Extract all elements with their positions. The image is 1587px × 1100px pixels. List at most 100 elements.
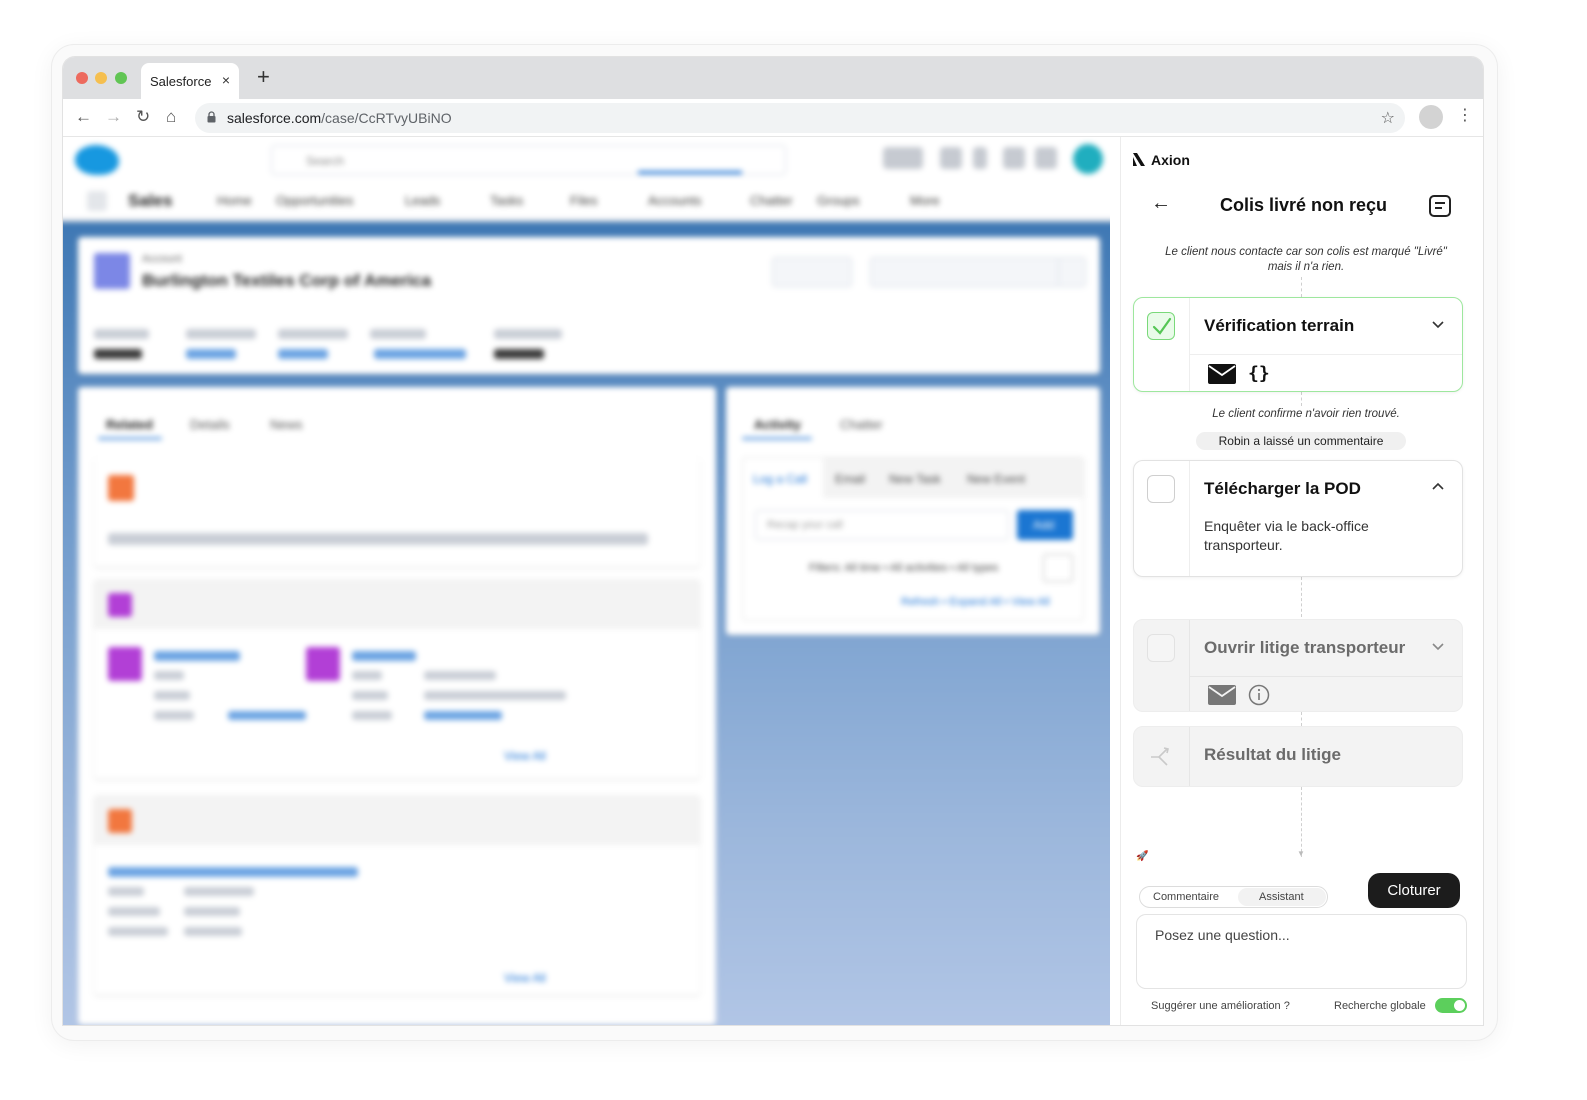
nav-chatter[interactable]: Chatter (750, 193, 793, 208)
account-header-card: Account Burlington Textiles Corp of Amer… (78, 237, 1100, 374)
filter-icon[interactable] (1043, 554, 1073, 582)
axion-logo-icon (1133, 153, 1145, 166)
url-field[interactable]: salesforce.com/case/CcRTvyUBiNO ☆ (195, 103, 1405, 133)
lock-icon (207, 111, 216, 123)
help-icon[interactable] (973, 147, 987, 169)
step-ouvrir-litige[interactable]: Ouvrir litige transporteur (1133, 619, 1463, 712)
close-window-button[interactable] (76, 72, 88, 84)
email-tab[interactable]: Email (835, 472, 865, 486)
related-card: Related Details News View All View All (78, 387, 716, 1025)
browser-tab-bar: Salesforce × + (63, 57, 1483, 99)
profile-avatar[interactable] (1419, 105, 1443, 129)
tab-details[interactable]: Details (190, 417, 230, 432)
browser-tab[interactable]: Salesforce × (141, 63, 239, 99)
log-a-call-tab[interactable]: Log a Call (753, 472, 807, 486)
setup-gear-icon[interactable] (1003, 147, 1025, 169)
question-input[interactable] (1136, 914, 1467, 989)
global-search-toggle[interactable] (1435, 998, 1467, 1013)
nav-tasks[interactable]: Tasks (490, 193, 523, 208)
contact-name[interactable] (154, 651, 240, 661)
contact-field (154, 711, 194, 720)
contacts-card: View All (94, 579, 700, 779)
step-tools: {} (1190, 354, 1462, 392)
activity-links[interactable]: Refresh • Expand All • View All (901, 596, 1050, 608)
forward-icon[interactable]: → (105, 108, 122, 126)
chevron-up-icon[interactable] (1432, 481, 1444, 493)
field-value (278, 349, 328, 359)
nav-accounts[interactable]: Accounts (648, 193, 701, 208)
contact-name[interactable] (352, 651, 416, 661)
back-arrow-icon[interactable]: ← (1151, 193, 1171, 213)
chevron-down-icon[interactable] (1432, 318, 1444, 330)
add-button-label: Add (1033, 518, 1055, 532)
tab-close-icon[interactable]: × (222, 72, 230, 88)
step-verification-terrain[interactable]: Vérification terrain {} (1133, 297, 1463, 392)
email-icon[interactable] (1208, 685, 1236, 705)
case-description: Le client nous contacte car son colis es… (1165, 246, 1447, 273)
global-search-label: Recherche globale (1334, 1000, 1426, 1012)
contact-field (154, 691, 190, 700)
app-grid-icon[interactable] (87, 191, 107, 211)
opportunity-name[interactable] (108, 867, 358, 877)
mode-toggle: Commentaire Assistant (1139, 886, 1328, 908)
step-telecharger-pod[interactable]: Télécharger la POD Enquêter via le back-… (1133, 460, 1463, 577)
view-all-opportunities-link[interactable]: View All (504, 971, 546, 985)
duplicates-card (94, 457, 700, 567)
home-icon[interactable]: ⌂ (166, 108, 176, 126)
email-icon[interactable] (1208, 364, 1236, 384)
bookmark-star-icon[interactable]: ☆ (1381, 108, 1395, 128)
contact-field (352, 671, 382, 680)
nav-groups[interactable]: Groups (817, 193, 860, 208)
cloturer-button[interactable]: Cloturer (1368, 873, 1460, 908)
header-dropdown-button[interactable] (1058, 257, 1086, 287)
opportunity-field (108, 907, 160, 916)
step-checkbox[interactable] (1147, 312, 1175, 340)
opportunities-icon (108, 809, 132, 833)
new-event-tab[interactable]: New Event (967, 472, 1025, 486)
tab-chatter[interactable]: Chatter (840, 417, 883, 432)
notifications-bell-icon[interactable] (1035, 147, 1057, 169)
mode-commentaire[interactable]: Commentaire (1153, 891, 1219, 903)
nav-files[interactable]: Files (570, 193, 597, 208)
step-title: Vérification terrain (1204, 316, 1355, 335)
reload-icon[interactable]: ↻ (136, 108, 150, 126)
maximize-window-button[interactable] (115, 72, 127, 84)
contact-phone[interactable] (424, 711, 502, 720)
step-checkbox[interactable] (1147, 634, 1175, 662)
salesforce-search-placeholder: Search (306, 154, 345, 168)
header-button-1[interactable] (772, 257, 852, 287)
favorites-icon[interactable] (883, 147, 923, 169)
info-icon[interactable] (1248, 684, 1270, 706)
new-tab-button[interactable]: + (257, 66, 270, 88)
contact-phone[interactable] (228, 711, 306, 720)
field-label (278, 329, 348, 339)
minimize-window-button[interactable] (95, 72, 107, 84)
tab-related[interactable]: Related (106, 417, 153, 432)
mode-assistant[interactable]: Assistant (1259, 891, 1304, 903)
chevron-down-icon[interactable] (1432, 640, 1444, 652)
tab-activity[interactable]: Activity (754, 417, 801, 432)
back-icon[interactable]: ← (75, 108, 92, 126)
app-launcher-icon[interactable] (940, 147, 962, 169)
browser-menu-icon[interactable]: ⋮ (1457, 107, 1473, 125)
step-resultat-litige[interactable]: Résultat du litige (1133, 726, 1463, 787)
new-task-tab[interactable]: New Task (889, 472, 941, 486)
header-button-group[interactable] (870, 257, 1060, 287)
contact-field (352, 711, 392, 720)
nav-opportunities[interactable]: Opportunities (276, 193, 353, 208)
code-icon[interactable]: {} (1248, 363, 1270, 384)
opportunities-card: View All (94, 795, 700, 995)
comment-notice[interactable]: Robin a laissé un commentaire (1196, 432, 1406, 450)
tab-news[interactable]: News (270, 417, 303, 432)
view-all-contacts-link[interactable]: View All (504, 749, 546, 763)
nav-leads[interactable]: Leads (405, 193, 440, 208)
notes-icon[interactable] (1429, 195, 1451, 217)
user-avatar[interactable] (1073, 144, 1103, 174)
account-type: Account (142, 253, 182, 265)
account-name: Burlington Textiles Corp of America (142, 271, 432, 290)
suggest-improvement-link[interactable]: Suggérer une amélioration ? (1151, 1000, 1290, 1012)
nav-more[interactable]: More (910, 193, 940, 208)
nav-home[interactable]: Home (217, 193, 252, 208)
url-text: salesforce.com/case/CcRTvyUBiNO (227, 110, 452, 126)
step-checkbox[interactable] (1147, 475, 1175, 503)
